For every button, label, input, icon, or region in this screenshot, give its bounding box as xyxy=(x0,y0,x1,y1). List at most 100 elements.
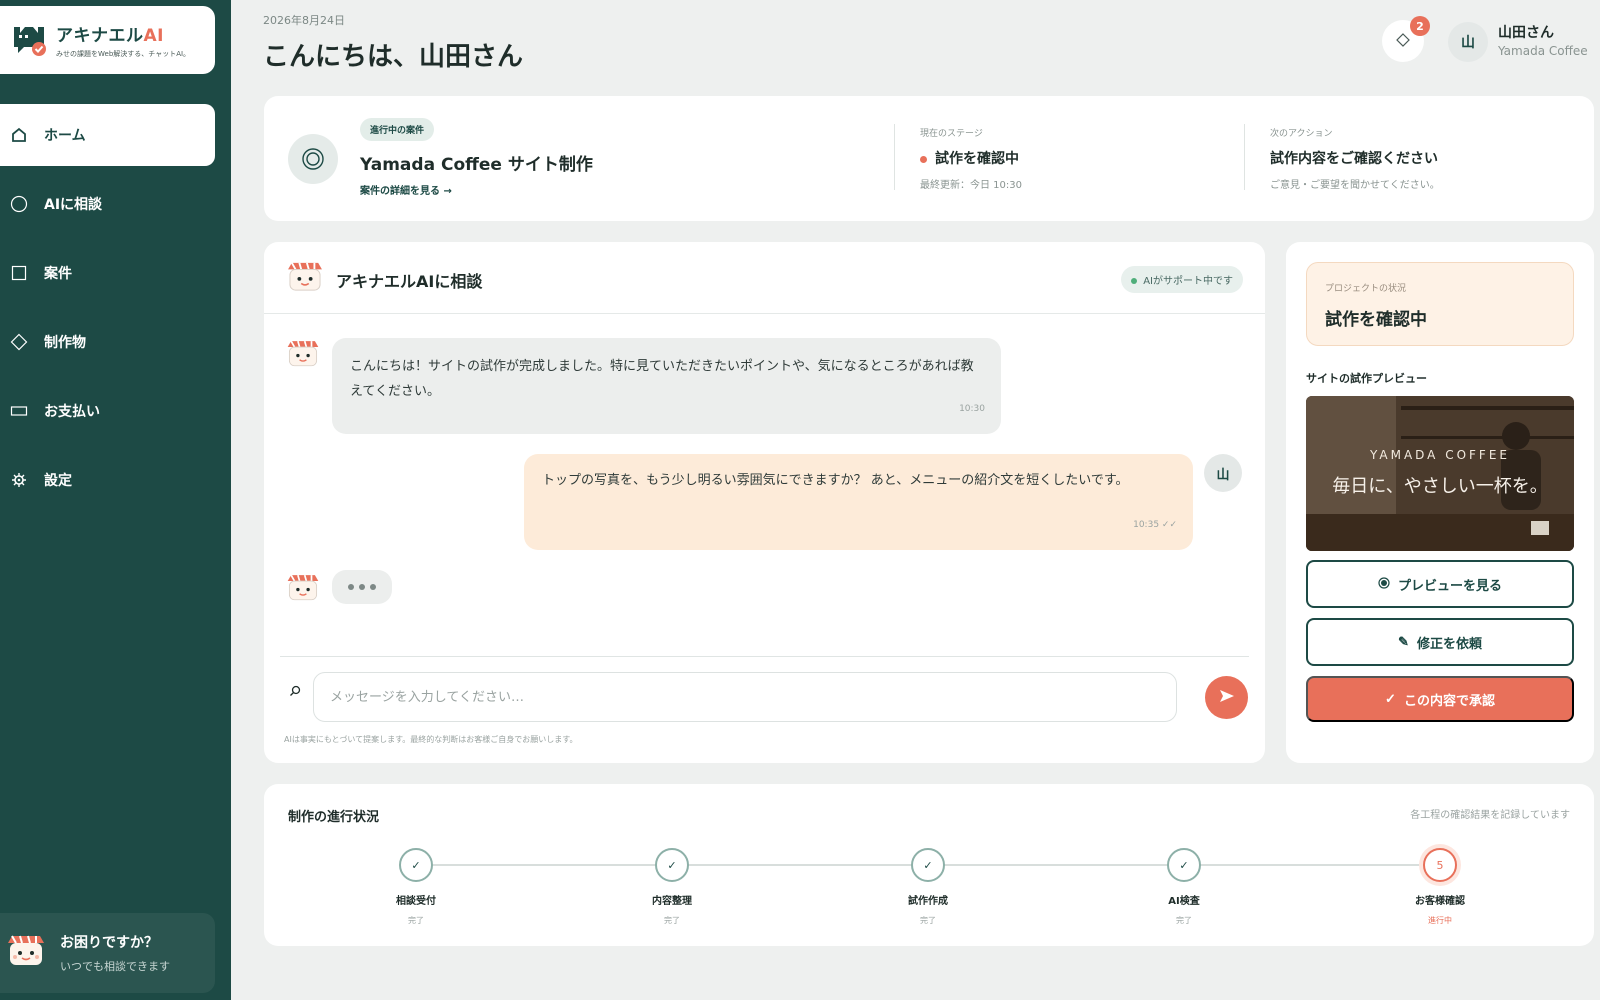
notification-button[interactable]: 2 xyxy=(1382,16,1430,62)
diamond-icon xyxy=(1396,32,1410,51)
divider xyxy=(894,124,895,190)
step-check-icon: ✓ xyxy=(911,848,945,882)
status-dot xyxy=(1131,278,1138,284)
card-icon xyxy=(8,400,30,422)
chat-circle-icon xyxy=(8,193,30,215)
mascot-icon xyxy=(286,260,324,296)
step-name: お客様確認 xyxy=(1415,896,1465,907)
ai-status-badge: AIがサポート中です xyxy=(1121,266,1243,293)
nav-label: 案件 xyxy=(44,266,72,282)
step-number: 5 xyxy=(1423,848,1457,882)
step-name: 相談受付 xyxy=(396,896,436,907)
user-name[interactable]: 山田さん xyxy=(1498,22,1554,42)
radio-dot-icon xyxy=(1378,576,1390,592)
project-status-box: プロジェクトの状況 試作を確認中 xyxy=(1306,262,1574,346)
nav-item-payments[interactable]: お支払い xyxy=(0,380,231,442)
nav-item-home[interactable]: ホーム xyxy=(0,104,215,166)
brand-name: アキナエルAI xyxy=(56,26,164,46)
step-status: 完了 xyxy=(1176,916,1192,925)
help-card[interactable]: お困りですか？ いつでも相談できます xyxy=(0,913,215,993)
project-detail-link[interactable]: 案件の詳細を見る → xyxy=(360,182,452,197)
step-check-icon: ✓ xyxy=(1167,848,1201,882)
page-title: こんにちは、山田さん xyxy=(263,42,524,72)
nav-item-ai-chat[interactable]: AIに相談 xyxy=(0,173,231,235)
progress-title: 制作の進行状況 xyxy=(288,810,380,825)
send-button[interactable] xyxy=(1205,676,1248,719)
production-progress-card: 制作の進行状況 各工程の確認結果を記録しています ✓ 相談受付 完了 ✓ 内容整… xyxy=(264,784,1594,946)
nav-item-projects[interactable]: 案件 xyxy=(0,242,231,304)
preview-title: サイトの試作プレビュー xyxy=(1306,372,1427,385)
brand-logo[interactable]: アキナエルAI みせの課題をWeb解決する、チャットAI。 xyxy=(0,6,215,74)
next-action-value: 試作内容をご確認ください xyxy=(1270,151,1438,167)
nav-label: 設定 xyxy=(44,473,72,489)
nav-label: AIに相談 xyxy=(44,197,103,213)
search-icon[interactable] xyxy=(286,682,304,700)
progress-step: ✓ 内容整理 完了 xyxy=(612,848,732,926)
message-time: 10:30 xyxy=(959,404,985,414)
help-title: お困りですか？ xyxy=(60,935,158,951)
divider xyxy=(1244,124,1245,190)
step-name: 試作作成 xyxy=(908,896,948,907)
current-date: 2026年8月24日 xyxy=(263,14,345,27)
progress-step: ✓ 試作作成 完了 xyxy=(868,848,988,926)
preview-brand: YAMADA COFFEE xyxy=(1369,448,1510,462)
stage-status-dot xyxy=(920,155,927,163)
nav-item-deliverables[interactable]: 制作物 xyxy=(0,311,231,373)
user-company: Yamada Coffee xyxy=(1498,44,1588,58)
ai-message: こんにちは！サイトの試作が完成しました。特に見ていただきたいポイントや、気になる… xyxy=(332,338,1001,434)
next-action-label: 次のアクション xyxy=(1270,129,1333,139)
step-status: 完了 xyxy=(408,916,424,925)
divider xyxy=(280,656,1249,657)
stage-value: 試作を確認中 xyxy=(920,148,1019,168)
stage-updated: 最終更新：今日 10:30 xyxy=(920,180,1022,191)
ai-disclaimer: AIは事実にもとづいて提案します。最終的な判断はお客様ご自身でお願いします。 xyxy=(284,735,578,744)
home-icon xyxy=(8,124,30,146)
sidebar: アキナエルAI みせの課題をWeb解決する、チャットAI。 ホーム AIに相談 … xyxy=(0,0,231,1000)
preview-tagline: 毎日に、やさしい一杯を。 xyxy=(1332,476,1548,497)
nav-label: ホーム xyxy=(44,128,86,144)
message-input[interactable] xyxy=(313,672,1177,722)
mascot-icon xyxy=(286,338,320,372)
step-check-icon: ✓ xyxy=(399,848,433,882)
status-label: プロジェクトの状況 xyxy=(1325,284,1407,294)
target-icon xyxy=(288,134,338,184)
step-status: 完了 xyxy=(664,916,680,925)
message-text: こんにちは！サイトの試作が完成しました。特に見ていただきたいポイントや、気になる… xyxy=(350,359,974,399)
stage-label: 現在のステージ xyxy=(920,129,983,139)
message-time: 10:35 ✓✓ xyxy=(1133,520,1177,530)
nav-label: お支払い xyxy=(44,404,100,420)
project-status-badge: 進行中の案件 xyxy=(360,118,435,141)
step-status: 進行中 xyxy=(1428,916,1452,925)
nav-label: 制作物 xyxy=(44,335,86,351)
send-icon xyxy=(1218,687,1236,709)
site-preview-image[interactable]: YAMADA COFFEE 毎日に、やさしい一杯を。 xyxy=(1306,396,1574,551)
view-preview-button[interactable]: プレビューを見る xyxy=(1306,560,1574,608)
check-icon: ✓ xyxy=(1385,691,1396,706)
user-avatar[interactable]: 山 xyxy=(1448,22,1488,62)
diamond-icon xyxy=(8,331,30,353)
notification-badge: 2 xyxy=(1410,16,1430,36)
step-name: AI検査 xyxy=(1168,896,1200,907)
mascot-icon xyxy=(286,572,320,606)
pencil-icon: ✎ xyxy=(1398,634,1409,649)
chat-header: アキナエルAIに相談 AIがサポート中です xyxy=(264,242,1265,314)
project-side-panel: プロジェクトの状況 試作を確認中 サイトの試作プレビュー YAMADA COFF… xyxy=(1286,242,1594,763)
main-nav: ホーム AIに相談 案件 制作物 お支払い 設定 xyxy=(0,104,231,518)
current-project-card: 進行中の案件 Yamada Coffee サイト制作 案件の詳細を見る → 現在… xyxy=(264,96,1594,221)
request-revision-button[interactable]: ✎ 修正を依頼 xyxy=(1306,618,1574,666)
status-value: 試作を確認中 xyxy=(1325,310,1427,330)
next-action-sub: ご意見・ご要望を聞かせてください。 xyxy=(1270,180,1440,191)
progress-step: ✓ 相談受付 完了 xyxy=(356,848,476,926)
progress-note: 各工程の確認結果を記録しています xyxy=(1410,810,1570,821)
approve-button[interactable]: ✓ この内容で承認 xyxy=(1306,676,1574,722)
mascot-icon xyxy=(6,933,46,973)
square-icon xyxy=(8,262,30,284)
message-text: トップの写真を、もう少し明るい雰囲気にできますか？ あと、メニューの紹介文を短く… xyxy=(542,473,1129,488)
nav-item-settings[interactable]: 設定 xyxy=(0,449,231,511)
step-check-icon: ✓ xyxy=(655,848,689,882)
user-avatar: 山 xyxy=(1204,454,1242,492)
step-status: 完了 xyxy=(920,916,936,925)
help-subtitle: いつでも相談できます xyxy=(60,960,170,973)
progress-step-current: 5 お客様確認 進行中 xyxy=(1380,848,1500,926)
chat-title: アキナエルAIに相談 xyxy=(336,272,483,291)
